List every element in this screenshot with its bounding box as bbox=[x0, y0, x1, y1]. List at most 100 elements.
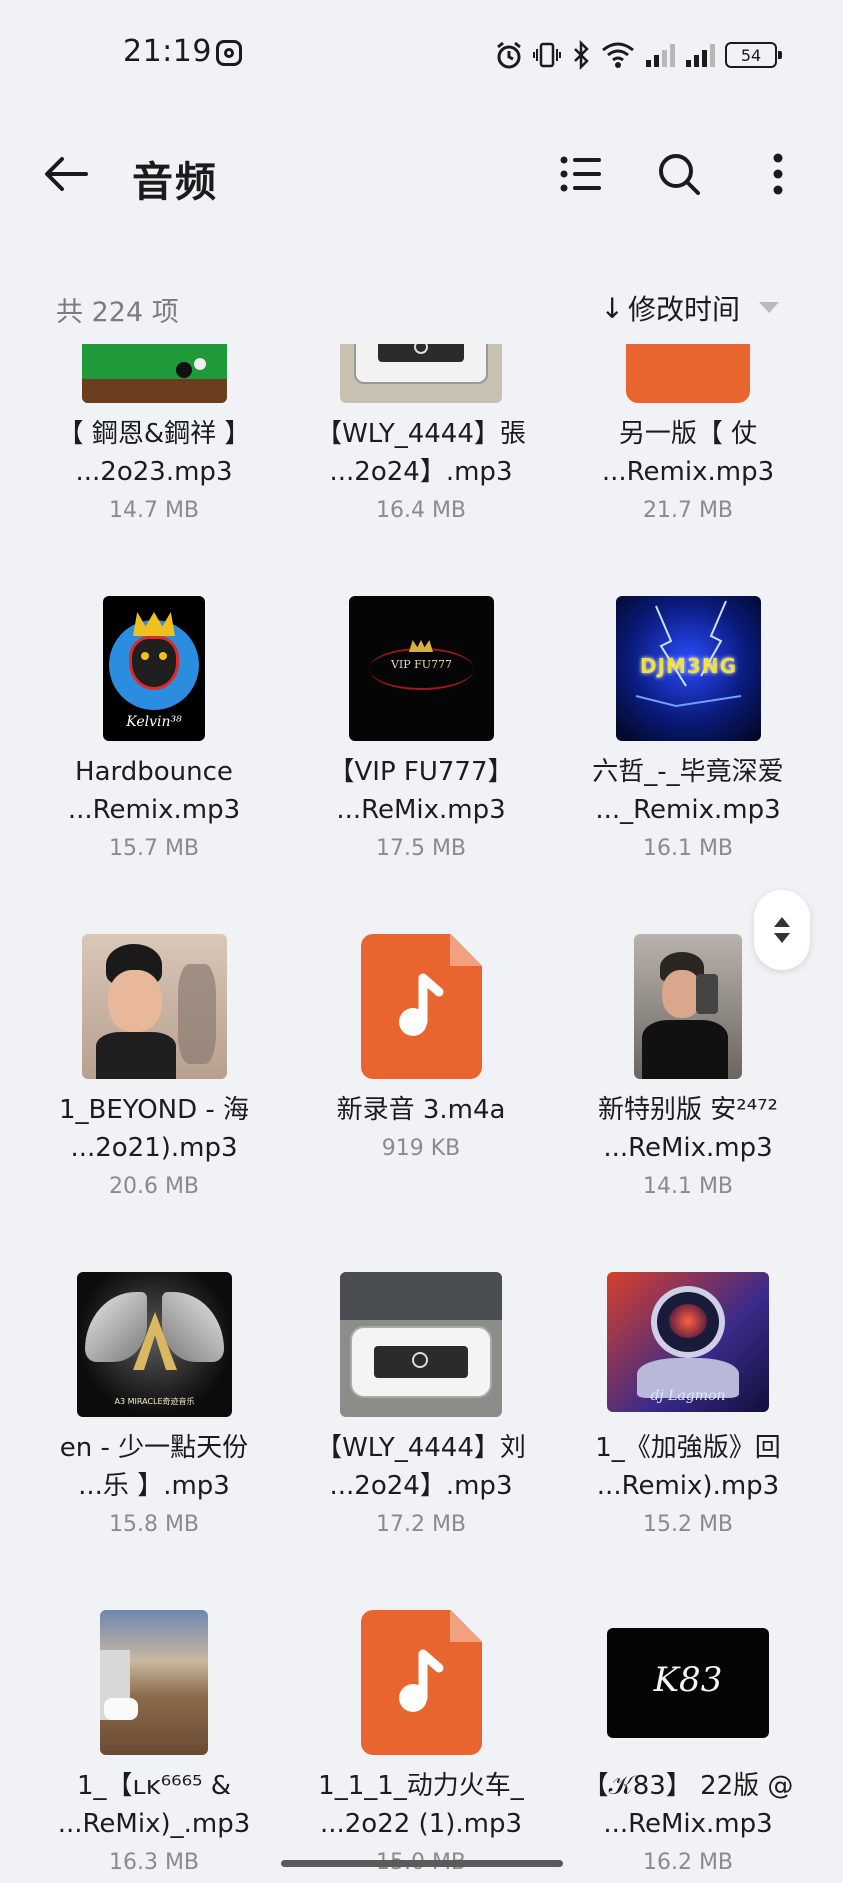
file-name-ext: ...Remix).mp3 bbox=[596, 1471, 780, 1501]
file-size: 919 KB bbox=[381, 1136, 461, 1161]
file-size: 16.2 MB bbox=[642, 1850, 734, 1875]
file-item[interactable]: 另一版【 仗 ...Remix.mp3 21.7 MB bbox=[555, 344, 821, 524]
wings-logo-thumbnail: A3 MIRACLE奇迹音乐 bbox=[77, 1272, 232, 1417]
file-name-ext: ...乐 】.mp3 bbox=[78, 1471, 230, 1501]
file-name: en - 少一點天份 bbox=[59, 1433, 249, 1463]
file-name: 另一版【 仗 bbox=[618, 419, 758, 449]
file-item[interactable]: VIP FU777 【VIP FU777】 ...ReMix.mp3 17.5 … bbox=[288, 596, 554, 886]
search-button[interactable] bbox=[653, 148, 705, 200]
selfie-photo-thumbnail bbox=[634, 934, 742, 1079]
sort-selector[interactable]: ↓ 修改时间 bbox=[601, 288, 740, 328]
app-bar: 音频 bbox=[0, 130, 843, 220]
battery-indicator: 54 bbox=[725, 42, 782, 68]
page-title: 音频 bbox=[132, 158, 218, 206]
file-name: 【 鋼恩&鋼祥 】 bbox=[57, 419, 251, 449]
scroll-up-icon bbox=[774, 917, 790, 927]
sort-label: 修改时间 bbox=[627, 293, 740, 326]
file-item[interactable]: 新特别版 安²⁴⁷² ...ReMix.mp3 14.1 MB bbox=[555, 934, 821, 1224]
file-size: 21.7 MB bbox=[642, 498, 734, 523]
thumb-caption: DJM3NG bbox=[639, 654, 737, 678]
thumb-caption: VIP FU777 bbox=[390, 658, 453, 671]
file-manager-audio-screen: 21:19 54 音频 共 224 项 ↓ 修改时间 【 鋼恩&鋼祥 】 ...… bbox=[0, 0, 843, 1883]
truck-thumbnail bbox=[340, 344, 502, 403]
file-item[interactable]: 【 鋼恩&鋼祥 】 ...2o23.mp3 14.7 MB bbox=[21, 344, 287, 524]
file-item[interactable]: 1_1_1_动力火车_ ...2o22 (1).mp3 15.0 MB bbox=[288, 1610, 554, 1883]
file-item[interactable]: Kelvin³⁸ Hardbounce ...Remix.mp3 15.7 MB bbox=[21, 596, 287, 886]
file-name: 1_《加強版》回 bbox=[595, 1433, 781, 1463]
bluetooth-icon bbox=[571, 40, 591, 70]
dropdown-caret-icon[interactable] bbox=[759, 302, 779, 313]
file-name-ext: ...Remix.mp3 bbox=[601, 457, 775, 487]
file-item[interactable]: DJM3NG 六哲_-_毕竟深爱 ..._Remix.mp3 16.1 MB bbox=[555, 596, 821, 886]
file-item[interactable]: 1_BEYOND - 海 ...2o21).mp3 20.6 MB bbox=[21, 934, 287, 1224]
file-name-ext: ..._Remix.mp3 bbox=[595, 795, 781, 825]
file-size: 16.3 MB bbox=[108, 1850, 200, 1875]
file-item[interactable]: dj Lagmon 1_《加強版》回 ...Remix).mp3 15.2 MB bbox=[555, 1272, 821, 1562]
file-size: 20.6 MB bbox=[108, 1174, 200, 1199]
file-grid: 【 鋼恩&鋼祥 】 ...2o23.mp3 14.7 MB 【WLY_4444】… bbox=[0, 344, 843, 1883]
file-item[interactable]: A3 MIRACLE奇迹音乐 en - 少一點天份 ...乐 】.mp3 15.… bbox=[21, 1272, 287, 1562]
arrow-left-icon bbox=[45, 157, 88, 191]
parking-photo-thumbnail bbox=[100, 1610, 208, 1755]
astronaut-thumbnail: dj Lagmon bbox=[607, 1272, 769, 1412]
status-bar: 21:19 54 bbox=[0, 0, 843, 106]
wifi-icon bbox=[601, 41, 635, 69]
music-note-icon bbox=[399, 1649, 444, 1712]
file-name-ext: ...2o23.mp3 bbox=[75, 457, 233, 487]
thumb-caption: K83 bbox=[653, 1660, 723, 1700]
file-item[interactable]: 【WLY_4444】張 ...2o24】.mp3 16.4 MB bbox=[288, 344, 554, 524]
billiards-thumbnail bbox=[82, 344, 227, 403]
file-name-ext: ...ReMix.mp3 bbox=[336, 795, 506, 825]
file-item[interactable]: 新录音 3.m4a 919 KB bbox=[288, 934, 554, 1224]
truck-thumbnail bbox=[340, 1272, 502, 1417]
kelvin-logo-thumbnail: Kelvin³⁸ bbox=[103, 596, 205, 741]
file-size: 14.7 MB bbox=[108, 498, 200, 523]
audio-file-icon bbox=[361, 934, 482, 1079]
file-name: 【WLY_4444】張 bbox=[316, 419, 526, 449]
file-name: 1_1_1_动力火车_ bbox=[318, 1771, 524, 1801]
file-size: 17.2 MB bbox=[375, 1512, 467, 1537]
file-item[interactable]: 1_【ʟᴋ⁶⁶⁶⁵ & ...ReMix)_.mp3 16.3 MB bbox=[21, 1610, 287, 1883]
k83-logo-thumbnail: K83 bbox=[607, 1628, 769, 1738]
file-size: 14.1 MB bbox=[642, 1174, 734, 1199]
dj-lightning-thumbnail: DJM3NG bbox=[616, 596, 761, 741]
file-name: 六哲_-_毕竟深爱 bbox=[592, 757, 784, 787]
file-size: 15.2 MB bbox=[642, 1512, 734, 1537]
file-name-ext: ...2o21).mp3 bbox=[70, 1133, 238, 1163]
file-name: 新特别版 安²⁴⁷² bbox=[598, 1095, 778, 1125]
search-icon bbox=[659, 154, 700, 195]
thumb-caption: Kelvin³⁸ bbox=[126, 714, 182, 730]
file-name: 1_【ʟᴋ⁶⁶⁶⁵ & bbox=[76, 1771, 231, 1801]
file-size: 16.1 MB bbox=[642, 836, 734, 861]
vibrate-icon bbox=[533, 40, 561, 70]
file-size: 15.8 MB bbox=[108, 1512, 200, 1537]
list-view-icon bbox=[560, 156, 601, 192]
more-options-button[interactable] bbox=[752, 148, 804, 200]
file-name: 【WLY_4444】刘 bbox=[316, 1433, 526, 1463]
home-indicator[interactable] bbox=[281, 1860, 563, 1867]
file-name-ext: ...2o24】.mp3 bbox=[329, 1471, 513, 1501]
audio-file-icon bbox=[361, 1610, 482, 1755]
sort-direction-icon: ↓ bbox=[600, 291, 624, 325]
back-button[interactable] bbox=[40, 148, 92, 200]
item-count: 共 224 项 bbox=[56, 297, 179, 328]
file-item[interactable]: K83 【𝒦83】 22版 @ ...ReMix.mp3 16.2 MB bbox=[555, 1610, 821, 1883]
scroll-down-icon bbox=[774, 933, 790, 943]
file-item[interactable]: 【WLY_4444】刘 ...2o24】.mp3 17.2 MB bbox=[288, 1272, 554, 1562]
file-name-ext: ...ReMix)_.mp3 bbox=[57, 1809, 251, 1839]
fast-scroll-handle[interactable] bbox=[754, 890, 810, 970]
vip-logo-thumbnail: VIP FU777 bbox=[349, 596, 494, 741]
thumb-caption: A3 MIRACLE奇迹音乐 bbox=[114, 1397, 195, 1406]
file-name-ext: ...Remix.mp3 bbox=[67, 795, 241, 825]
view-mode-button[interactable] bbox=[555, 148, 607, 200]
file-name: 1_BEYOND - 海 bbox=[58, 1095, 250, 1125]
thumb-caption: dj Lagmon bbox=[650, 1388, 726, 1404]
file-name-ext: ...2o24】.mp3 bbox=[329, 457, 513, 487]
status-time: 21:19 bbox=[123, 34, 212, 69]
instagram-icon bbox=[216, 40, 242, 66]
file-name: 【VIP FU777】 bbox=[328, 757, 514, 787]
signal-icon-sim2 bbox=[685, 42, 715, 68]
file-name-ext: ...ReMix.mp3 bbox=[603, 1133, 773, 1163]
audio-file-icon bbox=[626, 344, 750, 403]
file-name: 【𝒦83】 22版 @ bbox=[582, 1771, 794, 1801]
